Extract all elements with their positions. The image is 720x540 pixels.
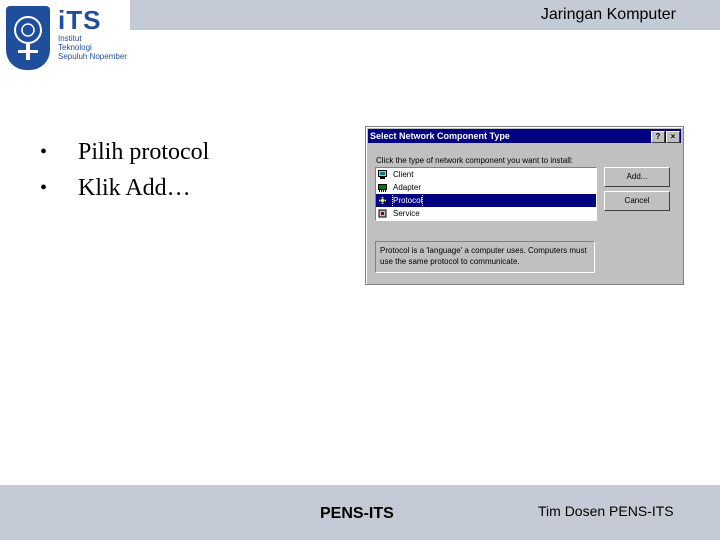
logo-its-text: iTS: [58, 5, 102, 35]
list-item-label: Service: [393, 209, 420, 218]
list-item-label: Client: [393, 170, 414, 179]
service-icon: [378, 209, 387, 218]
list-item-protocol[interactable]: Protocol: [376, 193, 596, 208]
bullet-dot: •: [40, 140, 48, 163]
footer-center-text: PENS-ITS: [320, 505, 394, 522]
list-item-service[interactable]: Service: [376, 207, 596, 220]
client-icon: [378, 170, 387, 179]
component-description: Protocol is a 'language' a computer uses…: [375, 241, 595, 273]
add-button[interactable]: Add...: [604, 167, 670, 187]
bullet-text: Pilih protocol: [78, 138, 210, 165]
cancel-button[interactable]: Cancel: [604, 191, 670, 211]
dialog-title: Select Network Component Type: [370, 131, 510, 141]
bullet-item: • Pilih protocol: [40, 134, 209, 170]
list-item-label: Protocol: [391, 193, 424, 208]
logo-line-1: Institut: [58, 34, 82, 43]
its-logo: iTS Institut Teknologi Sepuluh Nopember: [6, 6, 130, 70]
logo-line-3: Sepuluh Nopember: [58, 52, 127, 61]
header-bar: Jaringan Komputer: [130, 0, 720, 30]
dialog-prompt: Click the type of network component you …: [376, 156, 573, 165]
bullet-dot: •: [40, 176, 48, 199]
bullet-list: • Pilih protocol • Klik Add…: [40, 134, 209, 206]
dialog-titlebar[interactable]: Select Network Component Type ? ×: [368, 129, 681, 143]
list-item-client[interactable]: Client: [376, 168, 596, 181]
footer-bar: PENS-ITS Tim Dosen PENS-ITS: [0, 485, 720, 540]
adapter-icon: [378, 183, 387, 192]
its-shield-icon: [6, 6, 50, 70]
bullet-item: • Klik Add…: [40, 170, 209, 206]
bullet-text: Klik Add…: [78, 174, 191, 201]
list-item-adapter[interactable]: Adapter: [376, 181, 596, 194]
logo-line-2: Teknologi: [58, 43, 92, 52]
protocol-icon: [378, 196, 387, 205]
footer-right-text: Tim Dosen PENS-ITS: [538, 503, 674, 519]
help-button[interactable]: ?: [651, 131, 665, 143]
header-title: Jaringan Komputer: [540, 6, 676, 23]
select-network-component-dialog: Select Network Component Type ? × Click …: [365, 126, 684, 285]
close-button[interactable]: ×: [666, 131, 680, 143]
component-type-list[interactable]: Client Adapter Protocol Service: [375, 167, 597, 221]
list-item-label: Adapter: [393, 183, 422, 192]
